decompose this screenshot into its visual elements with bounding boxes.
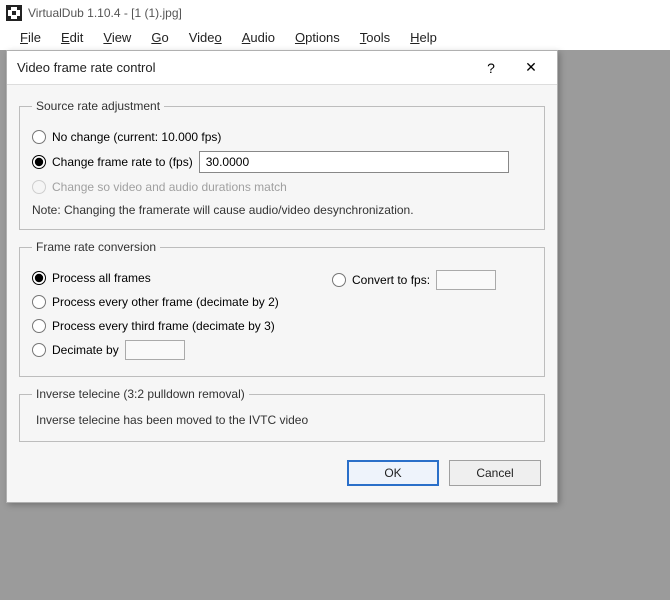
- process-3-row[interactable]: Process every third frame (decimate by 3…: [32, 316, 332, 336]
- decimate-by-label: Decimate by: [52, 343, 119, 357]
- no-change-row[interactable]: No change (current: 10.000 fps): [32, 127, 532, 147]
- frc-legend: Frame rate conversion: [32, 240, 160, 254]
- close-icon: ✕: [525, 59, 537, 76]
- menu-go[interactable]: Go: [141, 28, 178, 47]
- match-durations-row: Change so video and audio durations matc…: [32, 177, 532, 197]
- no-change-label: No change (current: 10.000 fps): [52, 130, 221, 144]
- source-rate-legend: Source rate adjustment: [32, 99, 164, 113]
- titlebar-text: VirtualDub 1.10.4 - [1 (1).jpg]: [28, 6, 182, 20]
- menu-audio[interactable]: Audio: [232, 28, 285, 47]
- frc-group: Frame rate conversion Process all frames…: [19, 240, 545, 377]
- menu-file[interactable]: File: [10, 28, 51, 47]
- process-3-radio[interactable]: [32, 319, 46, 333]
- cancel-label: Cancel: [476, 466, 513, 480]
- menu-tools[interactable]: Tools: [350, 28, 400, 47]
- cancel-button[interactable]: Cancel: [449, 460, 541, 486]
- dialog-titlebar: Video frame rate control ? ✕: [7, 51, 557, 85]
- process-2-row[interactable]: Process every other frame (decimate by 2…: [32, 292, 332, 312]
- convert-fps-input[interactable]: [436, 270, 496, 290]
- ok-button[interactable]: OK: [347, 460, 439, 486]
- dialog-body: Source rate adjustment No change (curren…: [7, 85, 557, 502]
- process-3-label: Process every third frame (decimate by 3…: [52, 319, 275, 333]
- main-window: VirtualDub 1.10.4 - [1 (1).jpg] File Edi…: [0, 0, 670, 600]
- process-all-label: Process all frames: [52, 271, 151, 285]
- app-icon: [6, 5, 22, 21]
- help-icon: ?: [487, 60, 495, 76]
- ivtc-group: Inverse telecine (3:2 pulldown removal) …: [19, 387, 545, 442]
- process-all-row[interactable]: Process all frames: [32, 268, 332, 288]
- dialog-title: Video frame rate control: [17, 60, 471, 75]
- dialog-button-row: OK Cancel: [19, 452, 545, 490]
- menu-options[interactable]: Options: [285, 28, 350, 47]
- menu-video[interactable]: Video: [179, 28, 232, 47]
- convert-fps-radio[interactable]: [332, 273, 346, 287]
- match-durations-radio: [32, 180, 46, 194]
- change-to-row: Change frame rate to (fps): [32, 151, 532, 173]
- no-change-radio[interactable]: [32, 130, 46, 144]
- ok-label: OK: [384, 466, 401, 480]
- titlebar: VirtualDub 1.10.4 - [1 (1).jpg]: [0, 0, 670, 26]
- menu-edit[interactable]: Edit: [51, 28, 93, 47]
- decimate-by-radio[interactable]: [32, 343, 46, 357]
- source-rate-group: Source rate adjustment No change (curren…: [19, 99, 545, 230]
- change-to-label: Change frame rate to (fps): [52, 155, 193, 169]
- change-to-radio[interactable]: [32, 155, 46, 169]
- menu-view[interactable]: View: [93, 28, 141, 47]
- decimate-by-input[interactable]: [125, 340, 185, 360]
- convert-fps-row: Convert to fps:: [332, 270, 532, 290]
- decimate-by-row: Decimate by: [32, 340, 332, 360]
- ivtc-legend: Inverse telecine (3:2 pulldown removal): [32, 387, 249, 401]
- close-button[interactable]: ✕: [511, 54, 551, 82]
- convert-fps-label: Convert to fps:: [352, 273, 430, 287]
- match-durations-label: Change so video and audio durations matc…: [52, 180, 287, 194]
- ivtc-text: Inverse telecine has been moved to the I…: [32, 411, 532, 429]
- process-2-label: Process every other frame (decimate by 2…: [52, 295, 279, 309]
- fps-input[interactable]: [199, 151, 509, 173]
- process-all-radio[interactable]: [32, 271, 46, 285]
- source-note: Note: Changing the framerate will cause …: [32, 203, 532, 217]
- process-2-radio[interactable]: [32, 295, 46, 309]
- frame-rate-dialog: Video frame rate control ? ✕ Source rate…: [6, 50, 558, 503]
- menu-help[interactable]: Help: [400, 28, 447, 47]
- help-button[interactable]: ?: [471, 54, 511, 82]
